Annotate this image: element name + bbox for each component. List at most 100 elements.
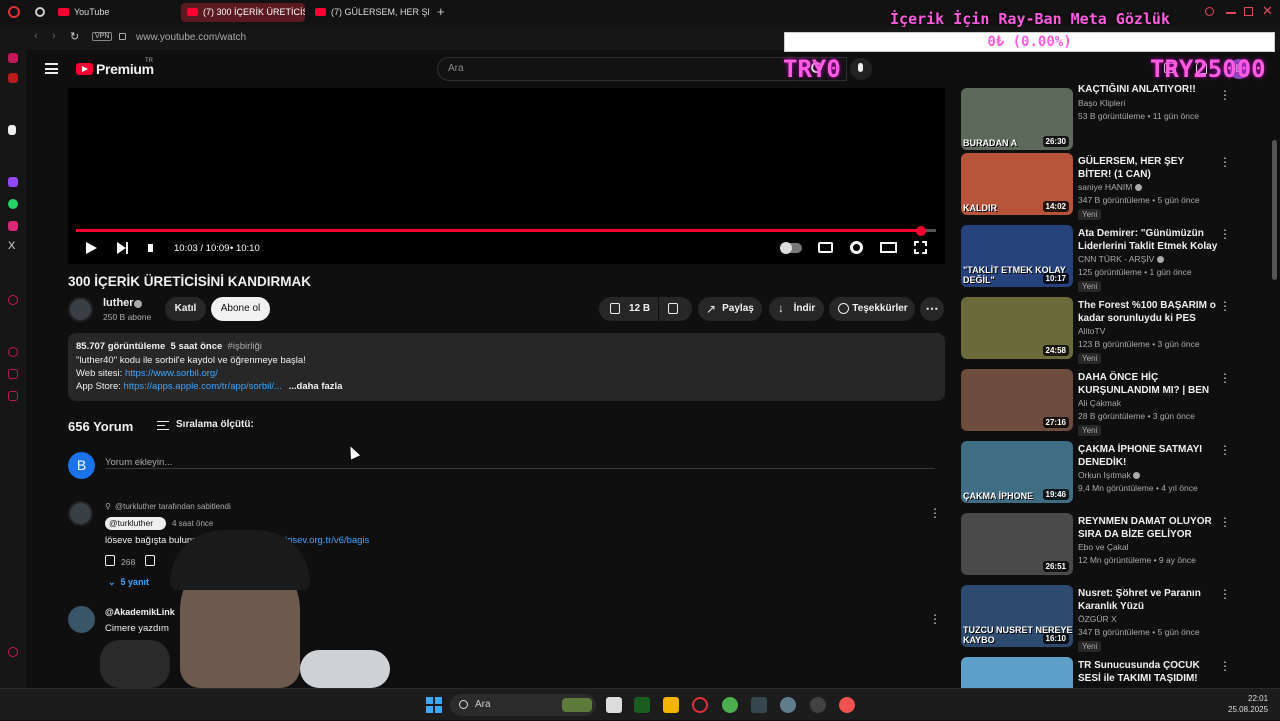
video-title[interactable]: DAHA ÖNCE HİÇ KURŞUNLANDIM MI? | BEN ... [1078,371,1218,398]
related-video[interactable]: TUZCU NUSRET NEREYE KAYBO 16:10 Nusret: Şö… [961,585,1261,652]
video-more-icon[interactable]: ⋮ [1219,515,1231,529]
messenger-icon[interactable] [8,73,18,83]
task-view-icon[interactable] [606,697,622,713]
video-more-icon[interactable]: ⋮ [1219,155,1231,169]
video-channel[interactable]: CNN TÜRK - ARŞİV [1078,254,1164,264]
app-icon[interactable] [751,697,767,713]
video-thumbnail[interactable]: KALDIR 14:02 [961,153,1073,215]
settings-icon[interactable] [8,647,18,657]
back-icon[interactable]: ‹ [34,30,38,42]
video-thumbnail[interactable]: BURADAN A 26:30 [961,88,1073,150]
steam-icon[interactable] [780,697,796,713]
tab-current-video[interactable]: (7) 300 İÇERİK ÜRETİCİSİ [181,3,305,22]
subtitles-icon[interactable] [818,242,833,253]
video-channel[interactable]: Orkun Işıtmak [1078,470,1141,480]
video-thumbnail[interactable]: 24:58 [961,297,1073,359]
aria-icon[interactable] [8,125,16,135]
hashtag[interactable]: #işbirliği [228,341,262,352]
video-thumbnail[interactable]: TUZCU NUSRET NEREYE KAYBO 16:10 [961,585,1073,647]
show-more-link[interactable]: ...daha fazla [289,381,343,392]
fullscreen-icon[interactable] [914,241,927,254]
obs-icon[interactable] [810,697,826,713]
extensions-icon[interactable] [8,391,18,401]
comment-more-icon[interactable]: ⋮ [929,506,941,520]
comment-input[interactable]: Yorum ekleyin... [105,452,935,469]
website-link[interactable]: https://www.sorbil.org/ [125,368,218,379]
next-icon[interactable] [117,242,126,254]
video-channel[interactable]: Ebo ve Çakal [1078,542,1129,552]
menu-icon[interactable] [45,63,58,74]
video-title[interactable]: REYNMEN DAMAT OLUYOR SIRA DA BİZE GELİYO… [1078,515,1218,541]
x-icon[interactable]: X [8,240,15,252]
forward-icon[interactable]: › [52,30,56,42]
gaming-app-icon[interactable] [634,697,650,713]
taskbar-search[interactable]: Ara [450,694,596,716]
clock-date[interactable]: 25.08.2025 [1228,705,1268,714]
player-icon[interactable] [8,295,18,305]
comment-author-avatar[interactable] [68,501,93,526]
video-title[interactable]: TR Sunucusunda ÇOCUK SESİ ile TAKIMI TAŞ… [1078,659,1218,686]
video-channel[interactable]: Başo Klipleri [1078,98,1125,108]
comment2-more-icon[interactable]: ⋮ [929,612,941,626]
video-thumbnail[interactable]: 26:51 [961,513,1073,575]
video-thumbnail[interactable]: "TAKLİT ETMEK KOLAY DEĞİL" 10:17 [961,225,1073,287]
subscribe-button[interactable]: Abone ol [211,297,270,321]
related-video[interactable]: ÇAKMA İPHONE 19:46 ÇAKMA İPHONE SATMAYI DE… [961,441,1261,505]
progress-track[interactable] [76,225,936,236]
sort-icon[interactable] [157,421,169,430]
opera-taskbar-icon[interactable] [692,697,708,713]
video-more-icon[interactable]: ⋮ [1219,659,1231,673]
chrome2-icon[interactable] [839,697,855,713]
video-channel[interactable]: ÖZGÜR X [1078,614,1117,624]
instagram-icon[interactable] [8,221,18,231]
video-title[interactable]: Ata Demirer: "Günümüzün Liderlerini Takl… [1078,227,1218,254]
volume-icon[interactable] [148,244,153,252]
tab-youtube[interactable]: YouTube [52,3,172,22]
video-more-icon[interactable]: ⋮ [1219,88,1231,102]
video-player[interactable]: 10:03 / 10:09 • 10:10 [68,88,945,264]
video-channel[interactable]: AlitoTV [1078,326,1105,336]
twitch-icon[interactable] [8,177,18,187]
related-video[interactable]: BURADAN A 26:30 KAÇTIĞINI ANLATIYOR!! Başo … [961,84,1261,152]
related-video[interactable]: 27:16 DAHA ÖNCE HİÇ KURŞUNLANDIM MI? | BE… [961,369,1261,436]
video-title[interactable]: The Forest %100 BAŞARIM o kadar sorunluy… [1078,299,1218,326]
play-icon[interactable] [86,242,97,254]
reload-icon[interactable]: ↻ [70,30,79,43]
video-channel[interactable]: saniye HANIM [1078,182,1142,192]
app-store-link[interactable]: https://apps.apple.com/tr/app/sorbil/... [124,381,282,392]
video-title[interactable]: KAÇTIĞINI ANLATIYOR!! [1078,83,1218,96]
join-button[interactable]: Katıl [165,297,206,321]
youtube-logo-icon[interactable] [76,63,93,75]
whatsapp-icon[interactable] [8,199,18,209]
channel-avatar[interactable] [68,297,93,322]
related-video[interactable]: 26:51 REYNMEN DAMAT OLUYOR SIRA DA BİZE G… [961,513,1261,577]
video-channel[interactable]: Ali Çakmak [1078,398,1121,408]
like-button[interactable]: 12 B [599,297,658,321]
video-more-icon[interactable]: ⋮ [1219,299,1231,313]
scrollbar-thumb[interactable] [1272,140,1277,280]
autoplay-toggle[interactable] [780,242,802,254]
file-explorer-icon[interactable] [663,697,679,713]
opera-logo-icon[interactable] [8,6,20,18]
video-more-icon[interactable]: ⋮ [1219,371,1231,385]
progress-scrubber[interactable] [916,225,927,236]
video-thumbnail[interactable]: ÇAKMA İPHONE 19:46 [961,441,1073,503]
video-title[interactable]: ÇAKMA İPHONE SATMAYI DENEDİK! [1078,443,1218,469]
vpn-badge[interactable]: VPN [92,32,113,41]
box-icon[interactable] [8,369,18,379]
video-thumbnail[interactable]: 27:16 [961,369,1073,431]
chrome-icon[interactable] [722,697,738,713]
video-title[interactable]: Nusret: Şöhret ve Paranın Karanlık Yüzü [1078,587,1218,613]
video-more-icon[interactable]: ⋮ [1219,587,1231,601]
video-title[interactable]: GÜLERSEM, HER ŞEY BİTER! (1 CAN) [1078,155,1218,181]
start-icon[interactable] [426,697,442,713]
description-box[interactable]: 85.707 görüntüleme 5 saat önce #işbirliğ… [68,333,945,401]
opera-flow-icon[interactable] [8,53,18,63]
url-field[interactable]: www.youtube.com/watch [136,32,246,43]
related-video[interactable]: 24:58 The Forest %100 BAŞARIM o kadar sor… [961,297,1261,364]
theater-mode-icon[interactable] [880,242,897,253]
clock-time[interactable]: 22:01 [1248,694,1268,703]
history-icon[interactable] [8,347,18,357]
tab-gulersem[interactable]: (7) GÜLERSEM, HER ŞEY [309,3,429,22]
related-video[interactable]: KALDIR 14:02 GÜLERSEM, HER ŞEY BİTER! (1 C… [961,153,1261,220]
